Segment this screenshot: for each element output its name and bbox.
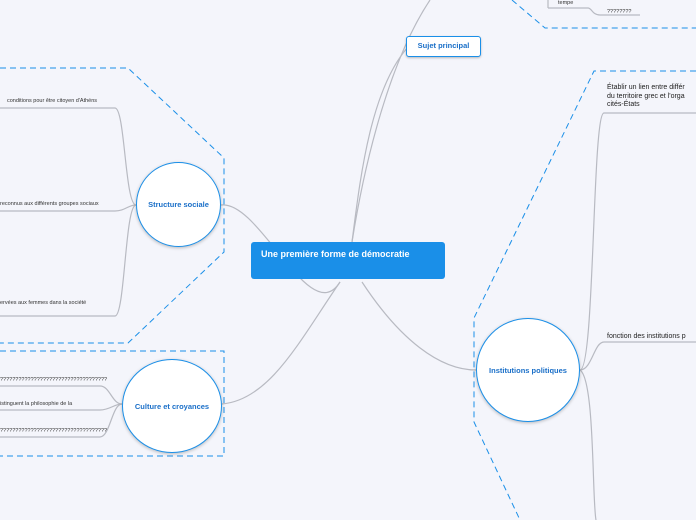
central-topic-node[interactable]: Une première forme de démocratie — [251, 242, 445, 279]
institutions-leaf-line-2: du territoire grec et l'orga — [607, 92, 685, 100]
top-leaf-unknown[interactable]: ???????? — [607, 9, 631, 15]
institutions-politiques-node[interactable]: Institutions politiques — [476, 318, 580, 422]
top-leaf-tempe[interactable]: tempe — [558, 0, 573, 6]
culture-leaf-philosophy[interactable]: istinguent la philosophie de la — [0, 401, 72, 407]
institutions-leaf-line-3: cités-États — [607, 101, 640, 108]
structure-leaf-citizen[interactable]: conditions pour être citoyen d'Athéns — [7, 98, 97, 104]
structure-sociale-label: Structure sociale — [148, 200, 209, 209]
institutions-leaf-link[interactable]: Établir un lien entre différ du territoi… — [607, 84, 685, 110]
institutions-leaf-line-1: Établir un lien entre différ — [607, 84, 685, 91]
culture-croyances-node[interactable]: Culture et croyances — [122, 359, 222, 453]
institutions-leaf-function[interactable]: fonction des institutions p — [607, 333, 686, 342]
culture-croyances-label: Culture et croyances — [134, 401, 210, 411]
culture-leaf-1[interactable]: ??????????????????????????????????? — [0, 377, 107, 383]
subject-node[interactable]: Sujet principal — [406, 36, 481, 57]
culture-leaf-3[interactable]: ??????????????????????????????????? — [0, 428, 107, 434]
institutions-politiques-label: Institutions politiques — [489, 365, 567, 375]
structure-leaf-groups[interactable]: reconnus aux différents groupes sociaux — [0, 201, 99, 207]
structure-sociale-node[interactable]: Structure sociale — [136, 162, 221, 247]
structure-leaf-women[interactable]: ervées aux femmes dans la société — [0, 300, 86, 306]
